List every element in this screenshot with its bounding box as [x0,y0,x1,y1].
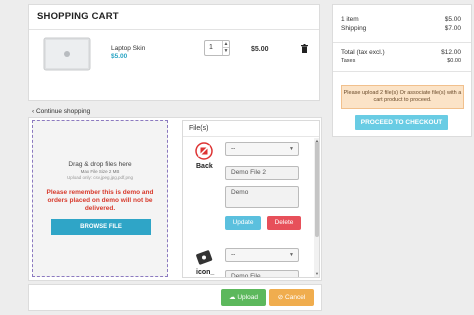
divider [29,29,319,30]
demo-warning: Please remember this is demo and orders … [46,189,154,212]
dropzone-title: Drag & drop files here [68,161,132,168]
quantity-up-icon[interactable]: ▲ [222,41,229,48]
dropzone-max-size: Max File Size 2 MB [80,169,120,174]
product-price: $5.00 [111,53,128,60]
quantity-stepper[interactable]: 1 ▲ ▼ [204,40,230,56]
product-association-select[interactable]: -- ▼ [225,248,299,262]
file-description-input[interactable]: Demo [225,186,299,208]
laptop-product-image[interactable] [43,37,91,71]
select-value: -- [231,145,236,152]
chevron-left-icon: ‹ [32,108,35,115]
shipping-label: Shipping [341,25,367,32]
taxes-value: $0.00 [447,58,461,64]
total-row: Total (tax excl.) $12.00 [341,49,461,56]
shopping-cart-panel: SHOPPING CART Laptop Skin $5.00 1 ▲ ▼ $5… [28,4,320,101]
file-name-label: icon_ [196,269,215,276]
items-value: $5.00 [444,16,461,23]
file-upload-panel: Drag & drop files here Max File Size 2 M… [28,117,322,281]
total-label: Total (tax excl.) [341,49,385,56]
upload-actions-bar: ☁ Upload ⊘ Cancel [28,284,322,311]
delete-button[interactable]: Delete [267,216,301,230]
cart-title: SHOPPING CART [37,11,119,22]
scroll-up-icon[interactable]: ▲ [314,138,319,143]
file-thumbnail-icon [196,250,213,265]
file-name-label: Back [196,163,213,170]
select-value: -- [231,251,236,258]
total-value: $12.00 [441,49,461,56]
shipping-row: Shipping $7.00 [341,25,461,32]
trash-icon[interactable] [301,44,308,53]
chevron-down-icon: ▼ [289,252,294,258]
update-button[interactable]: Update [225,216,261,230]
cloud-upload-icon: ☁ [229,294,236,301]
product-name[interactable]: Laptop Skin [111,45,145,52]
file-name-input[interactable]: Demo File [225,270,299,277]
order-summary-panel: 1 item $5.00 Shipping $7.00 Total (tax e… [332,4,472,137]
cancel-circle-icon: ⊘ [277,294,284,301]
file-dropzone[interactable]: Drag & drop files here Max File Size 2 M… [32,120,168,277]
cancel-button[interactable]: ⊘ Cancel [269,289,314,306]
continue-shopping-label: Continue shopping [35,108,91,115]
file-name-input[interactable]: Demo File 2 [225,166,299,180]
divider [333,71,471,72]
product-association-select[interactable]: -- ▼ [225,142,299,156]
divider [183,136,319,137]
quantity-down-icon[interactable]: ▼ [222,48,229,55]
chevron-down-icon: ▼ [289,146,294,152]
proceed-to-checkout-button[interactable]: PROCEED TO CHECKOUT [355,115,448,130]
taxes-label: Taxes [341,58,356,64]
items-label: 1 item [341,16,359,23]
shipping-value: $7.00 [444,25,461,32]
upload-button[interactable]: ☁ Upload [221,289,266,306]
file-thumbnail-icon [195,142,213,160]
divider [333,42,471,43]
files-title: File(s) [189,125,209,132]
upload-required-alert: Please upload 2 file(s) Or associate fil… [341,85,464,109]
scroll-down-icon[interactable]: ▼ [314,271,319,276]
continue-shopping-link[interactable]: ‹ Continue shopping [32,108,90,115]
taxes-row: Taxes $0.00 [341,58,461,64]
quantity-value[interactable]: 1 [209,44,213,51]
line-total: $5.00 [251,46,269,53]
files-list: File(s) Back -- ▼ Demo File 2 Demo Updat… [182,120,320,278]
scrollbar-thumb[interactable] [315,141,319,237]
browse-file-button[interactable]: BROWSE FILE [51,219,151,235]
cancel-label: Cancel [285,294,306,301]
upload-label: Upload [237,294,258,301]
dropzone-allowed-types: Upload only: csv,jpeg,jpg,pdf,png [67,175,133,180]
items-row: 1 item $5.00 [341,16,461,23]
